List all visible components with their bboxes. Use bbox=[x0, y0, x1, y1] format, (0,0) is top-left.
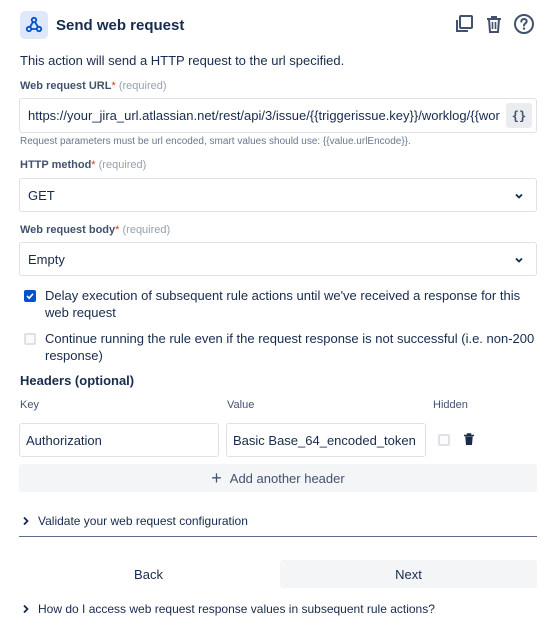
action-description: This action will send a HTTP request to … bbox=[20, 53, 345, 68]
header-hidden-checkbox[interactable] bbox=[438, 434, 450, 446]
required-star: * bbox=[115, 224, 120, 236]
header-actions bbox=[452, 12, 536, 36]
hidden-column-header: Hidden bbox=[433, 399, 468, 411]
delay-option-label: Delay execution of subsequent rule actio… bbox=[45, 288, 521, 320]
url-value: https://your_jira_url.atlassian.net/rest… bbox=[28, 108, 500, 123]
page-title: Send web request bbox=[56, 17, 185, 34]
back-button[interactable]: Back bbox=[19, 560, 278, 588]
continue-checkbox[interactable] bbox=[24, 333, 36, 345]
add-header-button[interactable]: + Add another header bbox=[19, 464, 537, 492]
request-body-select[interactable]: Empty bbox=[19, 242, 537, 276]
response-help-expander[interactable]: How do I access web request response val… bbox=[22, 602, 536, 616]
url-label-text: Web request URL bbox=[20, 80, 112, 92]
smart-value-button[interactable]: {} bbox=[506, 103, 532, 128]
next-button[interactable]: Next bbox=[280, 560, 537, 588]
action-header: Send web request bbox=[20, 11, 536, 39]
body-label: Web request body* (required) bbox=[20, 224, 170, 236]
method-label-text: HTTP method bbox=[20, 159, 92, 171]
url-input[interactable]: https://your_jira_url.atlassian.net/rest… bbox=[19, 98, 537, 133]
required-hint: (required) bbox=[122, 224, 171, 236]
header-key-input[interactable]: Authorization bbox=[19, 423, 219, 457]
url-helper-text: Request parameters must be url encoded, … bbox=[20, 136, 411, 147]
chevron-down-icon bbox=[513, 190, 525, 205]
method-label: HTTP method* (required) bbox=[20, 159, 146, 171]
chevron-right-icon bbox=[23, 516, 29, 526]
required-hint: (required) bbox=[118, 80, 167, 92]
header-key-value: Authorization bbox=[26, 433, 102, 448]
plus-icon: + bbox=[211, 468, 222, 488]
http-method-value: GET bbox=[28, 188, 55, 203]
validate-expander[interactable]: Validate your web request configuration bbox=[22, 514, 536, 528]
request-body-value: Empty bbox=[28, 252, 65, 267]
delay-checkbox[interactable] bbox=[24, 290, 36, 302]
required-star: * bbox=[91, 159, 96, 171]
header-value-value: Basic Base_64_encoded_token bbox=[233, 433, 416, 448]
header-value-input[interactable]: Basic Base_64_encoded_token bbox=[226, 423, 426, 457]
url-label: Web request URL* (required) bbox=[20, 80, 167, 92]
required-star: * bbox=[111, 80, 116, 92]
key-column-header: Key bbox=[20, 399, 39, 411]
required-hint: (required) bbox=[98, 159, 147, 171]
validate-label: Validate your web request configuration bbox=[38, 514, 248, 528]
help-icon[interactable] bbox=[512, 12, 536, 36]
remove-header-trash-icon[interactable] bbox=[463, 433, 475, 449]
trash-icon[interactable] bbox=[482, 12, 506, 36]
add-header-label: Add another header bbox=[229, 470, 345, 486]
http-method-select[interactable]: GET bbox=[19, 178, 537, 212]
chevron-right-icon bbox=[23, 604, 29, 614]
response-help-label: How do I access web request response val… bbox=[38, 602, 435, 616]
value-column-header: Value bbox=[227, 399, 255, 411]
body-label-text: Web request body bbox=[20, 224, 116, 236]
chevron-down-icon bbox=[513, 254, 525, 269]
webhook-icon bbox=[20, 11, 48, 39]
continue-option-label: Continue running the rule even if the re… bbox=[45, 331, 535, 363]
headers-title: Headers (optional) bbox=[20, 373, 135, 388]
divider bbox=[19, 536, 537, 537]
duplicate-icon[interactable] bbox=[452, 12, 476, 36]
